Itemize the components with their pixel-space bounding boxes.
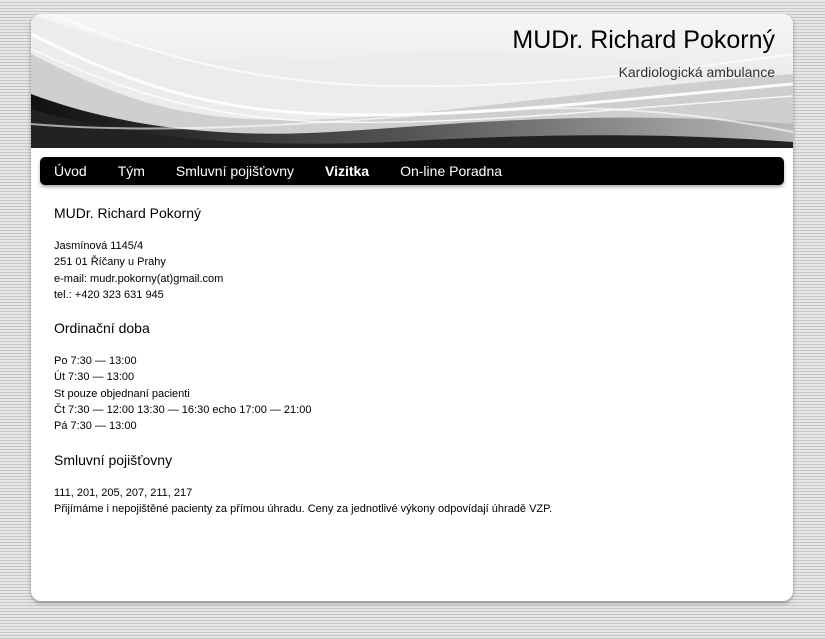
contact-phone: tel.: +420 323 631 945 xyxy=(54,288,164,301)
insurance-heading: Smluvní pojišťovny xyxy=(54,451,173,468)
nav-item-smluvni-pojistovny[interactable]: Smluvní pojišťovny xyxy=(176,163,294,179)
main-content: MUDr. Richard Pokorný Jasmínová 1145/4 2… xyxy=(54,204,774,517)
nav-item-uvod[interactable]: Úvod xyxy=(54,163,87,179)
address-street: Jasmínová 1145/4 xyxy=(54,240,144,252)
insurance-codes: 111, 201, 205, 207, 211, 217 xyxy=(54,486,193,499)
page-container: MUDr. Richard Pokorný Kardiologická ambu… xyxy=(31,14,793,601)
hours-line: Po 7:30 — 13:00 xyxy=(54,355,137,368)
contact-heading: MUDr. Richard Pokorný xyxy=(54,205,202,221)
main-navigation: Úvod Tým Smluvní pojišťovny Vizitka On-l… xyxy=(40,157,784,185)
hours-line: Út 7:30 — 13:00 xyxy=(54,371,135,384)
header-banner: MUDr. Richard Pokorný Kardiologická ambu… xyxy=(31,14,793,148)
site-subtitle: Kardiologická ambulance xyxy=(618,64,775,80)
opening-hours: Po 7:30 — 13:00 Út 7:30 — 13:00 St pouze… xyxy=(54,353,774,434)
insurance-note: Přijímáme i nepojištěné pacienty za přím… xyxy=(54,502,553,515)
contact-details: Jasmínová 1145/4 251 01 Říčany u Prahy e… xyxy=(54,238,774,303)
nav-item-tym[interactable]: Tým xyxy=(118,163,145,179)
nav-item-online-poradna[interactable]: On-line Poradna xyxy=(400,163,502,179)
hours-line: St pouze objednaní pacienti xyxy=(54,387,190,400)
address-city: 251 01 Říčany u Prahy xyxy=(54,256,166,269)
hours-heading: Ordinační doba xyxy=(54,320,150,337)
site-title: MUDr. Richard Pokorný xyxy=(512,26,775,54)
contact-email: e-mail: mudr.pokorny(at)gmail.com xyxy=(54,272,224,285)
hours-line: Čt 7:30 — 12:00 13:30 — 16:30 echo 17:00… xyxy=(54,404,312,417)
hours-line: Pá 7:30 — 13:00 xyxy=(54,420,137,433)
nav-item-vizitka[interactable]: Vizitka xyxy=(325,163,369,179)
insurance-info: 111, 201, 205, 207, 211, 217 Přijímáme i… xyxy=(54,485,774,518)
